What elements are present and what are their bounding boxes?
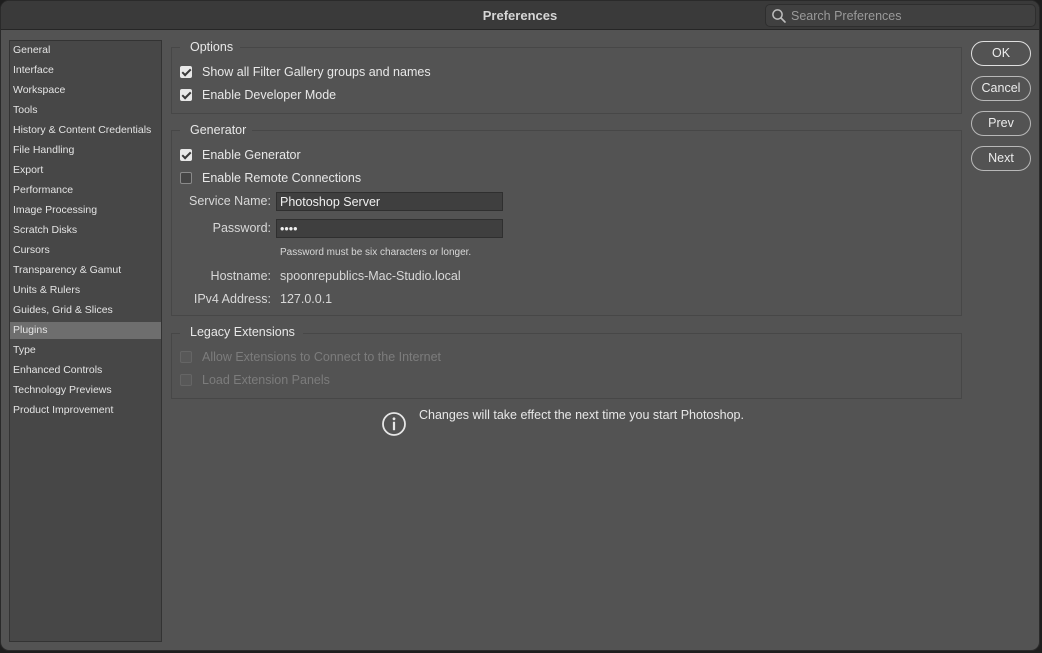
ipv4-label: IPv4 Address: (193, 292, 271, 306)
ok-button[interactable]: OK (971, 41, 1031, 66)
legacy-extensions-group (171, 333, 962, 399)
password-label: Password: (212, 221, 271, 235)
sidebar-item-transparency[interactable]: Transparency & Gamut (10, 262, 161, 279)
sidebar-item-interface[interactable]: Interface (10, 62, 161, 79)
remote-connections-checkbox[interactable] (180, 172, 192, 184)
enable-generator-label: Enable Generator (202, 148, 301, 162)
search-input[interactable] (791, 7, 1031, 24)
sidebar-item-guides-grid[interactable]: Guides, Grid & Slices (10, 302, 161, 319)
sidebar-item-technology-previews[interactable]: Technology Previews (10, 382, 161, 399)
service-name-label: Service Name: (189, 194, 271, 208)
preferences-window: Preferences General Interface Workspace … (0, 0, 1040, 651)
show-filter-gallery-label: Show all Filter Gallery groups and names (202, 65, 431, 79)
info-icon (382, 412, 406, 436)
cancel-button[interactable]: Cancel (971, 76, 1031, 101)
sidebar-item-file-handling[interactable]: File Handling (10, 142, 161, 159)
sidebar-item-tools[interactable]: Tools (10, 102, 161, 119)
ipv4-value: 127.0.0.1 (280, 292, 333, 306)
load-panels-checkbox (180, 374, 192, 386)
next-button[interactable]: Next (971, 146, 1031, 171)
hostname-value: spoonrepublics-Mac-Studio.local (280, 269, 461, 283)
sidebar-item-enhanced-controls[interactable]: Enhanced Controls (10, 362, 161, 379)
enable-generator-checkbox[interactable] (180, 149, 192, 161)
sidebar-item-plugins[interactable]: Plugins (10, 322, 161, 339)
sidebar-item-export[interactable]: Export (10, 162, 161, 179)
sidebar-item-cursors[interactable]: Cursors (10, 242, 161, 259)
sidebar-item-general[interactable]: General (10, 42, 161, 59)
sidebar-item-type[interactable]: Type (10, 342, 161, 359)
sidebar-item-image-processing[interactable]: Image Processing (10, 202, 161, 219)
generator-group-title: Generator (190, 123, 247, 137)
sidebar-item-units-rulers[interactable]: Units & Rulers (10, 282, 161, 299)
title-bar: Preferences (1, 1, 1039, 30)
password-hint: Password must be six characters or longe… (280, 247, 472, 258)
sidebar-item-scratch-disks[interactable]: Scratch Disks (10, 222, 161, 239)
hostname-label: Hostname: (210, 269, 271, 283)
prev-button[interactable]: Prev (971, 111, 1031, 136)
search-box[interactable] (765, 4, 1036, 27)
allow-internet-checkbox (180, 351, 192, 363)
load-panels-label: Load Extension Panels (202, 373, 330, 387)
preferences-sidebar: General Interface Workspace Tools Histor… (9, 40, 162, 642)
restart-notice: Changes will take effect the next time y… (419, 408, 744, 422)
search-icon (772, 9, 786, 23)
sidebar-item-performance[interactable]: Performance (10, 182, 161, 199)
sidebar-item-history[interactable]: History & Content Credentials (10, 122, 161, 139)
sidebar-item-product-improvement[interactable]: Product Improvement (10, 402, 161, 419)
developer-mode-label: Enable Developer Mode (202, 88, 337, 102)
options-group (171, 47, 962, 114)
legacy-extensions-group-title: Legacy Extensions (190, 325, 295, 339)
remote-connections-label: Enable Remote Connections (202, 171, 362, 185)
sidebar-item-workspace[interactable]: Workspace (10, 82, 161, 99)
allow-internet-label: Allow Extensions to Connect to the Inter… (202, 350, 442, 364)
show-filter-gallery-checkbox[interactable] (180, 66, 192, 78)
developer-mode-checkbox[interactable] (180, 89, 192, 101)
service-name-field[interactable] (276, 192, 503, 211)
options-group-title: Options (190, 40, 234, 54)
password-field[interactable] (276, 219, 503, 238)
